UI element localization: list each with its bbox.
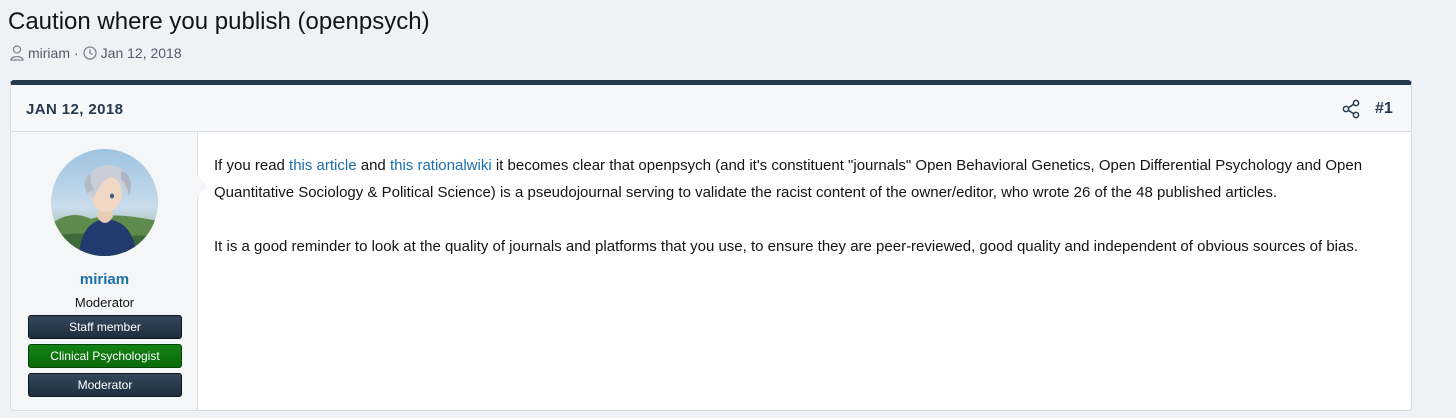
body-text: and <box>356 157 390 174</box>
clinical-psychologist-banner: Clinical Psychologist <box>28 344 182 368</box>
meta-separator: · <box>74 45 79 61</box>
staff-member-banner: Staff member <box>28 315 182 339</box>
user-icon <box>10 45 24 61</box>
user-title: Moderator <box>74 295 135 310</box>
post-header: JAN 12, 2018 #1 <box>11 85 1411 132</box>
body-text: If you read <box>214 157 290 174</box>
moderator-banner: Moderator <box>28 373 182 397</box>
thread-title: Caution where you publish (openpsych) <box>8 8 430 35</box>
clock-icon <box>83 46 97 60</box>
post-body: If you read this article and this ration… <box>214 152 1394 287</box>
share-icon[interactable] <box>1341 99 1361 119</box>
post-paragraph-1: If you read this article and this ration… <box>214 152 1394 206</box>
username-link[interactable]: miriam <box>11 271 198 288</box>
rationalwiki-link[interactable]: this rationalwiki <box>390 157 492 174</box>
thread-author-link[interactable]: miriam <box>28 45 70 61</box>
message-arrow <box>197 175 208 197</box>
thread-meta: miriam · Jan 12, 2018 <box>10 45 182 61</box>
thread-date-link[interactable]: Jan 12, 2018 <box>101 45 182 61</box>
this-article-link[interactable]: this article <box>289 157 357 174</box>
avatar[interactable] <box>51 149 158 256</box>
post-number-link[interactable]: #1 <box>1375 100 1393 118</box>
user-info-column: miriam Moderator Staff member Clinical P… <box>11 132 198 410</box>
post-paragraph-2: It is a good reminder to look at the qua… <box>214 238 1359 255</box>
post-date[interactable]: JAN 12, 2018 <box>26 101 123 118</box>
post: JAN 12, 2018 #1 miriam Moderator Staff m… <box>10 80 1412 411</box>
